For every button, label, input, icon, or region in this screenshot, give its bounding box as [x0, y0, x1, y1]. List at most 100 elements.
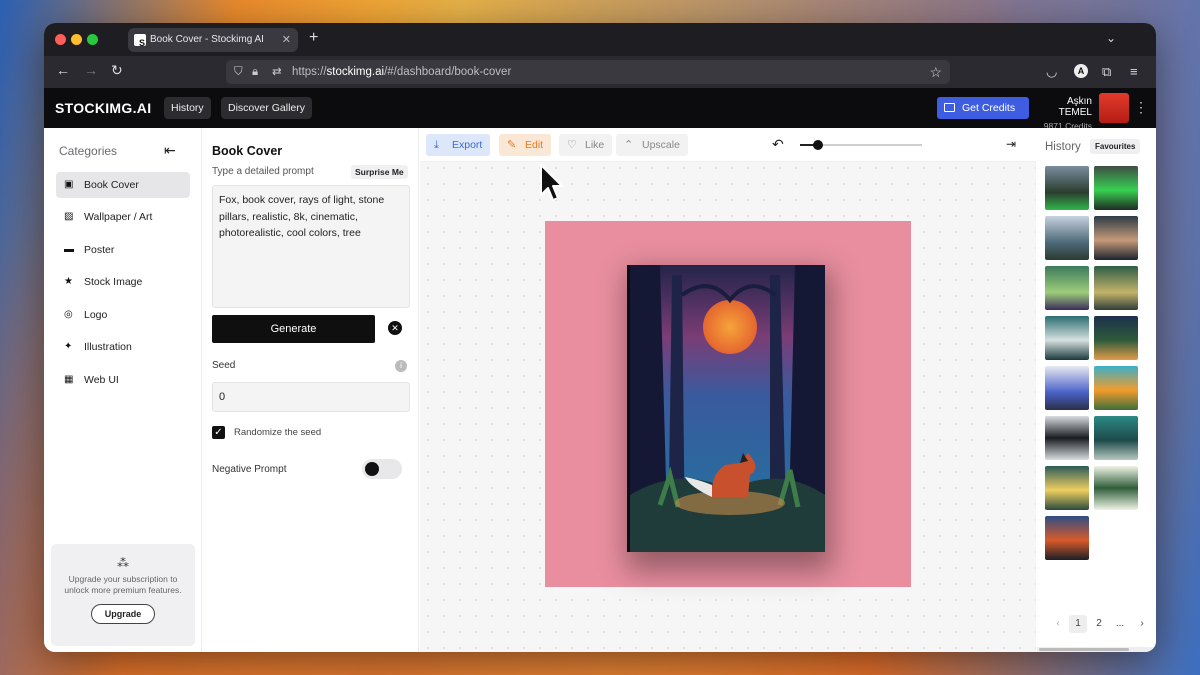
- history-thumbnail[interactable]: [1094, 266, 1138, 310]
- zoom-slider[interactable]: [800, 140, 922, 150]
- info-icon[interactable]: i: [395, 360, 407, 372]
- pagination-prev-icon[interactable]: ‹: [1049, 615, 1067, 633]
- lock-icon: 🔒︎: [252, 66, 259, 78]
- generation-panel: Book Cover Type a detailed prompt Surpri…: [203, 128, 419, 652]
- back-icon[interactable]: ←: [56, 62, 70, 78]
- avatar[interactable]: [1099, 93, 1129, 123]
- history-thumbnail[interactable]: [1045, 316, 1089, 360]
- clear-prompt-icon[interactable]: ✕: [388, 321, 402, 335]
- prompt-input[interactable]: Fox, book cover, rays of light, stone pi…: [212, 185, 410, 308]
- close-tab-icon[interactable]: ✕: [282, 28, 291, 52]
- extensions-icon[interactable]: ⧉: [1102, 64, 1111, 80]
- navigation-bar: ← → ↻ ⛉ 🔒︎ ⇄ https://stockimg.ai/#/dashb…: [44, 56, 1156, 88]
- collapse-sidebar-icon[interactable]: ⇤: [164, 142, 176, 159]
- history-thumbnail[interactable]: [1094, 166, 1138, 210]
- tab-bar: S Book Cover - Stockimg AI ✕ + ⌄: [44, 23, 1156, 56]
- sidebar-item-web-ui[interactable]: ▦ Web UI: [56, 367, 190, 393]
- prompt-label: Type a detailed prompt: [212, 166, 314, 177]
- sidebar-item-book-cover[interactable]: ▣ Book Cover: [56, 172, 190, 198]
- upscale-chevrons-icon: ⌃: [624, 139, 634, 151]
- star-icon: ★: [64, 276, 73, 287]
- bookmark-star-icon[interactable]: ☆: [929, 60, 942, 84]
- toggle-knob: [365, 462, 379, 476]
- export-button[interactable]: ⤓ Export: [426, 134, 491, 156]
- history-thumbnail[interactable]: [1094, 466, 1138, 510]
- history-title: History: [1045, 141, 1081, 153]
- account-icon[interactable]: A: [1074, 64, 1088, 78]
- history-panel: History Favourites ‹ 1 2 ... ›: [1037, 128, 1156, 652]
- history-scrollbar[interactable]: [1037, 647, 1156, 652]
- history-thumbnail[interactable]: [1094, 316, 1138, 360]
- generate-button[interactable]: Generate: [212, 315, 375, 343]
- pagination-page-1[interactable]: 1: [1069, 615, 1087, 633]
- address-bar[interactable]: ⛉ 🔒︎ ⇄ https://stockimg.ai/#/dashboard/b…: [226, 60, 950, 84]
- more-options-icon[interactable]: ⋮: [1134, 99, 1148, 116]
- upscale-label: Upscale: [642, 139, 680, 151]
- history-thumbnail[interactable]: [1045, 366, 1089, 410]
- pagination-page-2[interactable]: 2: [1090, 615, 1108, 633]
- like-button[interactable]: ♡ Like: [559, 134, 613, 156]
- forward-icon[interactable]: →: [84, 62, 98, 78]
- sidebar-item-illustration[interactable]: ✦ Illustration: [56, 334, 190, 360]
- upgrade-card: ⁂ Upgrade your subscription to unlock mo…: [51, 544, 195, 646]
- browser-window: S Book Cover - Stockimg AI ✕ + ⌄ ← → ↻ ⛉…: [44, 23, 1156, 652]
- scrollbar-thumb[interactable]: [1039, 648, 1129, 651]
- history-thumbnail[interactable]: [1045, 416, 1089, 460]
- reload-icon[interactable]: ↻: [111, 62, 123, 79]
- upscale-button[interactable]: ⌃ Upscale: [616, 134, 688, 156]
- image-canvas: ⤓ Export ✎ Edit ♡ Like ⌃ Upscale ↶ ⇥: [420, 128, 1036, 652]
- pagination-ellipsis: ...: [1115, 618, 1125, 629]
- sidebar-item-label: Illustration: [84, 341, 132, 353]
- url-path: /#/dashboard/book-cover: [384, 66, 512, 78]
- history-thumbnail[interactable]: [1094, 366, 1138, 410]
- maximize-window-button[interactable]: [87, 34, 98, 45]
- minimize-window-button[interactable]: [71, 34, 82, 45]
- undo-icon[interactable]: ↶: [772, 136, 784, 153]
- image-icon: ▨: [64, 211, 74, 222]
- seed-input[interactable]: 0: [212, 382, 410, 412]
- history-thumbnail[interactable]: [1045, 516, 1089, 560]
- download-icon: ⤓: [434, 139, 439, 151]
- history-thumbnail[interactable]: [1045, 216, 1089, 260]
- zoom-slider-handle[interactable]: [813, 140, 824, 150]
- pagination-next-icon[interactable]: ›: [1133, 615, 1151, 633]
- sidebar-item-label: Poster: [84, 244, 115, 256]
- randomize-seed-checkbox[interactable]: ✓: [212, 426, 225, 439]
- sidebar-item-label: Web UI: [84, 374, 119, 386]
- history-thumbnail[interactable]: [1094, 416, 1138, 460]
- surprise-me-button[interactable]: Surprise Me: [351, 165, 408, 179]
- upgrade-text: Upgrade your subscription to unlock more…: [64, 574, 182, 595]
- sidebar-item-poster[interactable]: ▬ Poster: [56, 237, 190, 263]
- sidebar-item-logo[interactable]: ◎ Logo: [56, 302, 190, 328]
- new-tab-icon[interactable]: +: [309, 29, 318, 47]
- sidebar-item-label: Wallpaper / Art: [84, 211, 153, 223]
- upgrade-button[interactable]: Upgrade: [90, 604, 156, 624]
- history-nav-button[interactable]: History: [164, 97, 211, 119]
- get-credits-button[interactable]: Get Credits: [937, 97, 1029, 119]
- edit-button[interactable]: ✎ Edit: [499, 134, 552, 156]
- pocket-icon[interactable]: ◡: [1046, 64, 1057, 80]
- negative-prompt-toggle[interactable]: [362, 459, 402, 479]
- favourites-button[interactable]: Favourites: [1090, 139, 1141, 154]
- poster-icon: ▬: [64, 244, 74, 255]
- tab-list-chevron-icon[interactable]: ⌄: [1106, 31, 1116, 45]
- browser-tab[interactable]: S Book Cover - Stockimg AI ✕: [128, 28, 298, 52]
- menu-icon[interactable]: ≡: [1130, 64, 1138, 79]
- collapse-history-icon[interactable]: ⇥: [1006, 137, 1016, 151]
- history-thumbnail[interactable]: [1045, 466, 1089, 510]
- canvas-toolbar: ⤓ Export ✎ Edit ♡ Like ⌃ Upscale ↶ ⇥: [420, 128, 1036, 162]
- sidebar-item-stock-image[interactable]: ★ Stock Image: [56, 269, 190, 295]
- discover-gallery-nav-button[interactable]: Discover Gallery: [221, 97, 313, 119]
- url-prefix: https://: [292, 66, 327, 78]
- sidebar-item-wallpaper-art[interactable]: ▨ Wallpaper / Art: [56, 204, 190, 230]
- history-thumbnail[interactable]: [1045, 266, 1089, 310]
- sidebar-item-label: Book Cover: [84, 179, 139, 191]
- generated-image[interactable]: [545, 221, 911, 587]
- export-label: Export: [452, 139, 483, 151]
- user-name: Aşkın TEMEL: [1058, 96, 1092, 118]
- app-logo[interactable]: STOCKIMG.AI: [55, 100, 151, 116]
- close-window-button[interactable]: [55, 34, 66, 45]
- history-thumbnail[interactable]: [1094, 216, 1138, 260]
- history-thumbnail[interactable]: [1045, 166, 1089, 210]
- credit-card-icon: [944, 103, 955, 112]
